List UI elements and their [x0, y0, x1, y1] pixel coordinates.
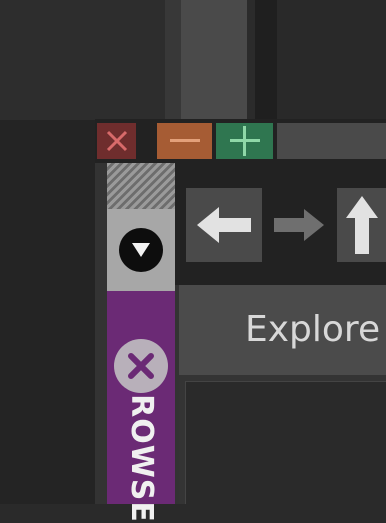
- back-button[interactable]: [186, 188, 262, 262]
- explorer-label: Explore: [245, 309, 381, 350]
- maximize-window-button[interactable]: [216, 123, 273, 159]
- background-panel: [255, 0, 277, 120]
- minimize-icon: [169, 139, 200, 142]
- explorer-address-bar[interactable]: Explore: [179, 285, 386, 375]
- close-icon: [106, 130, 127, 152]
- forward-button[interactable]: [265, 188, 333, 262]
- file-list-area[interactable]: [185, 381, 386, 504]
- title-bar-fill: [277, 123, 386, 159]
- close-circle-icon: [128, 353, 154, 379]
- background-panel: [165, 0, 181, 120]
- sidebar-dropdown-tab: [107, 209, 175, 291]
- close-tab-button[interactable]: [114, 339, 168, 393]
- title-bar[interactable]: [95, 119, 386, 163]
- triangle-down-icon: [132, 243, 150, 257]
- close-window-button[interactable]: [97, 123, 136, 159]
- maximize-icon: [229, 126, 260, 156]
- background-panel: [0, 120, 95, 504]
- up-button[interactable]: [337, 188, 386, 262]
- background-panel: [181, 0, 247, 120]
- navigation-toolbar: [175, 163, 386, 285]
- explorer-window: ROWSE Explore: [95, 119, 386, 523]
- background-panel: [277, 0, 386, 120]
- arrow-right-icon: [274, 209, 324, 241]
- sidebar-dropdown-button[interactable]: [119, 228, 163, 272]
- background-panel: [247, 0, 255, 120]
- arrow-up-icon: [345, 196, 378, 254]
- minimize-window-button[interactable]: [157, 123, 212, 159]
- sidebar-tab-browse[interactable]: ROWSE: [107, 291, 175, 523]
- tab-label-container: ROWSE: [107, 394, 175, 523]
- arrow-left-icon: [197, 207, 251, 243]
- content-pane: [179, 375, 386, 504]
- sidebar-resize-handle[interactable]: [107, 163, 175, 209]
- background-panel: [0, 0, 165, 120]
